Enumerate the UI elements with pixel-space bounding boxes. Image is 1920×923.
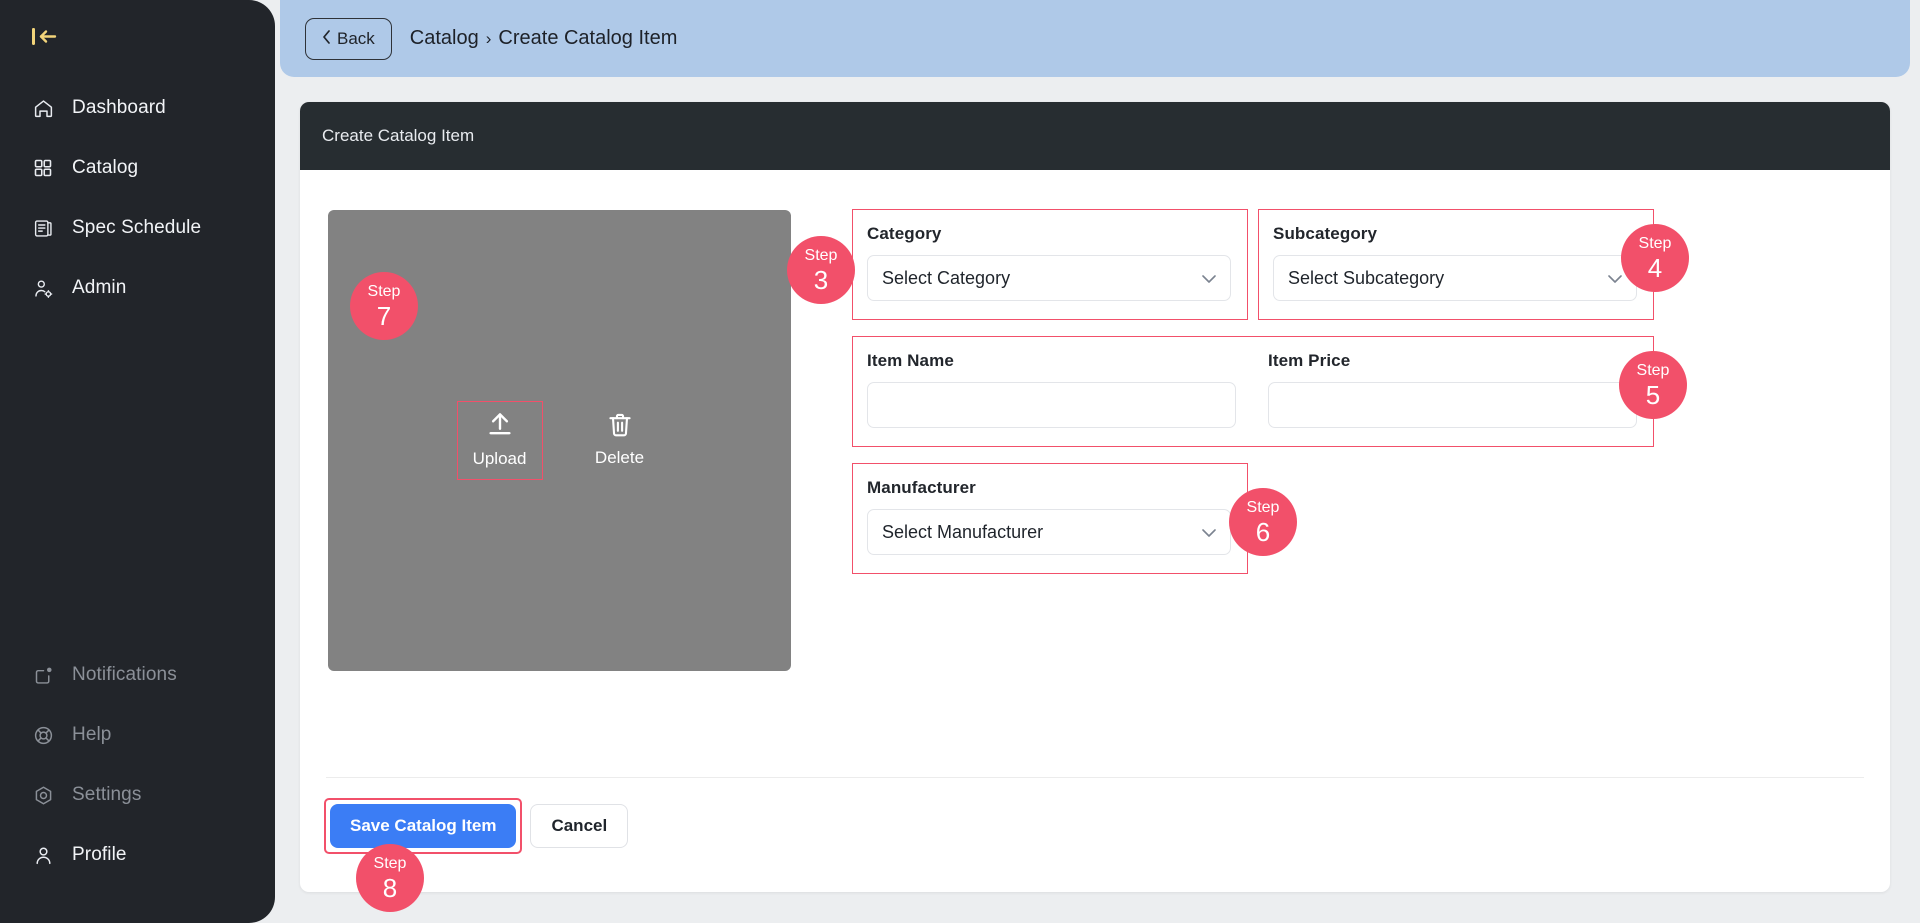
step-word: Step bbox=[367, 282, 401, 300]
breadcrumb: Catalog › Create Catalog Item bbox=[410, 27, 678, 50]
subcategory-value: Select Subcategory bbox=[1288, 267, 1445, 288]
sidebar-secondary-nav: Notifications Help Settings Profile bbox=[0, 645, 275, 885]
category-value: Select Category bbox=[882, 267, 1011, 288]
trash-icon bbox=[606, 411, 634, 444]
notification-bell-icon bbox=[32, 664, 54, 686]
manufacturer-label: Manufacturer bbox=[867, 478, 976, 497]
sidebar-item-label: Admin bbox=[72, 277, 127, 298]
sidebar-item-settings[interactable]: Settings bbox=[0, 765, 275, 825]
field-item-name: Item Name bbox=[867, 351, 1236, 428]
card-body: Upload Step 7 Delete Category Select Cat… bbox=[300, 170, 1890, 671]
item-price-input[interactable] bbox=[1283, 383, 1622, 427]
save-catalog-item-button[interactable]: Save Catalog Item bbox=[330, 804, 517, 848]
step-number: 6 bbox=[1255, 516, 1271, 547]
subcategory-label: Subcategory bbox=[1273, 224, 1378, 243]
field-manufacturer: Manufacturer Select Manufacturer Step 6 bbox=[852, 463, 1297, 574]
field-category: Category Select Category Step 3 bbox=[787, 209, 1248, 320]
user-gear-icon bbox=[32, 277, 54, 299]
sidebar-item-label: Catalog bbox=[72, 157, 139, 178]
chevron-left-icon bbox=[322, 29, 331, 49]
sidebar: Dashboard Catalog Spec Schedule Admin No… bbox=[0, 0, 275, 923]
delete-button[interactable]: Delete bbox=[578, 403, 662, 478]
save-button-highlight: Save Catalog Item Step 8 bbox=[323, 798, 523, 912]
item-name-label: Item Name bbox=[867, 351, 954, 370]
sidebar-item-label: Dashboard bbox=[72, 97, 166, 118]
category-label: Category bbox=[867, 224, 942, 243]
upload-label: Upload bbox=[472, 449, 527, 468]
sidebar-item-help[interactable]: Help bbox=[0, 705, 275, 765]
field-subcategory: Subcategory Select Subcategory Step 4 bbox=[1258, 209, 1689, 320]
step-word: Step bbox=[373, 854, 407, 872]
field-item-price: Item Price bbox=[1268, 351, 1637, 428]
step-word: Step bbox=[1636, 361, 1670, 379]
sidebar-item-label: Help bbox=[72, 724, 112, 745]
page-topbar: Back Catalog › Create Catalog Item bbox=[280, 0, 1910, 77]
row-item-details: Item Name Item Price Step 5 bbox=[852, 336, 1687, 447]
sidebar-item-catalog[interactable]: Catalog bbox=[0, 138, 275, 198]
app-root: Dashboard Catalog Spec Schedule Admin No… bbox=[0, 0, 1920, 923]
sidebar-item-notifications[interactable]: Notifications bbox=[0, 645, 275, 705]
sidebar-item-label: Notifications bbox=[72, 664, 177, 685]
item-image-placeholder: Upload Step 7 Delete bbox=[328, 210, 791, 671]
step-number: 3 bbox=[813, 264, 829, 295]
delete-label: Delete bbox=[594, 448, 645, 467]
field-group-item-details: Item Name Item Price Step 5 bbox=[852, 336, 1687, 447]
item-price-control[interactable] bbox=[1268, 382, 1637, 428]
step-badge-3: Step 3 bbox=[787, 236, 855, 304]
sidebar-item-label: Settings bbox=[72, 784, 142, 805]
chevron-down-icon bbox=[1202, 522, 1216, 543]
gear-hex-icon bbox=[32, 784, 54, 806]
step-badge-6: Step 6 bbox=[1229, 488, 1297, 556]
step-badge-8: Step 8 bbox=[356, 844, 424, 912]
main-content: Back Catalog › Create Catalog Item Create … bbox=[275, 0, 1920, 923]
subcategory-select[interactable]: Select Subcategory bbox=[1273, 255, 1637, 301]
back-button[interactable]: Back bbox=[305, 17, 392, 60]
chevron-down-icon bbox=[1202, 268, 1216, 289]
collapse-panel-icon[interactable] bbox=[30, 20, 70, 52]
create-catalog-item-card: Create Catalog Item Upload Step 7 Delete… bbox=[300, 102, 1890, 912]
breadcrumb-parent[interactable]: Catalog bbox=[410, 27, 479, 49]
upload-arrow-icon bbox=[485, 410, 515, 445]
life-ring-icon bbox=[32, 724, 54, 746]
step-number: 5 bbox=[1645, 379, 1661, 410]
row-manufacturer: Manufacturer Select Manufacturer Step 6 bbox=[852, 463, 1297, 574]
step-word: Step bbox=[1638, 234, 1672, 252]
sidebar-item-spec-schedule[interactable]: Spec Schedule bbox=[0, 198, 275, 258]
step-badge-7: Step 7 bbox=[350, 272, 418, 340]
breadcrumb-current: Create Catalog Item bbox=[498, 27, 678, 49]
manufacturer-value: Select Manufacturer bbox=[882, 521, 1044, 542]
sidebar-item-label: Spec Schedule bbox=[72, 217, 202, 238]
category-select[interactable]: Select Category bbox=[867, 255, 1231, 301]
sidebar-primary-nav: Dashboard Catalog Spec Schedule Admin bbox=[0, 78, 275, 318]
grid-icon bbox=[32, 157, 54, 179]
user-icon bbox=[32, 844, 54, 866]
step-word: Step bbox=[804, 246, 838, 264]
document-list-icon bbox=[32, 217, 54, 239]
sidebar-item-profile[interactable]: Profile bbox=[0, 825, 275, 885]
step-number: 7 bbox=[376, 300, 392, 331]
catalog-item-form: Category Select Category Step 3 Subcateg… bbox=[787, 209, 1890, 671]
chevron-down-icon bbox=[1608, 268, 1622, 289]
sidebar-item-label: Profile bbox=[72, 844, 127, 865]
upload-button[interactable]: Upload Step 7 bbox=[350, 272, 543, 480]
card-header: Create Catalog Item bbox=[300, 102, 1890, 170]
back-button-label: Back bbox=[337, 28, 375, 48]
footer-button-row: Save Catalog Item Step 8 Cancel bbox=[323, 778, 1864, 912]
home-icon bbox=[32, 97, 54, 119]
breadcrumb-separator: › bbox=[485, 29, 492, 48]
manufacturer-select[interactable]: Select Manufacturer bbox=[867, 509, 1231, 555]
cancel-button[interactable]: Cancel bbox=[530, 804, 629, 848]
step-word: Step bbox=[1246, 498, 1280, 516]
item-name-control[interactable] bbox=[867, 382, 1236, 428]
item-price-label: Item Price bbox=[1268, 351, 1351, 370]
sidebar-item-dashboard[interactable]: Dashboard bbox=[0, 78, 275, 138]
card-title: Create Catalog Item bbox=[322, 126, 475, 145]
card-footer: Save Catalog Item Step 8 Cancel bbox=[300, 777, 1890, 912]
step-number: 4 bbox=[1647, 252, 1663, 283]
step-number: 8 bbox=[382, 872, 398, 903]
item-name-input[interactable] bbox=[882, 383, 1221, 427]
sidebar-item-admin[interactable]: Admin bbox=[0, 258, 275, 318]
row-category: Category Select Category Step 3 Subcateg… bbox=[787, 209, 1689, 320]
